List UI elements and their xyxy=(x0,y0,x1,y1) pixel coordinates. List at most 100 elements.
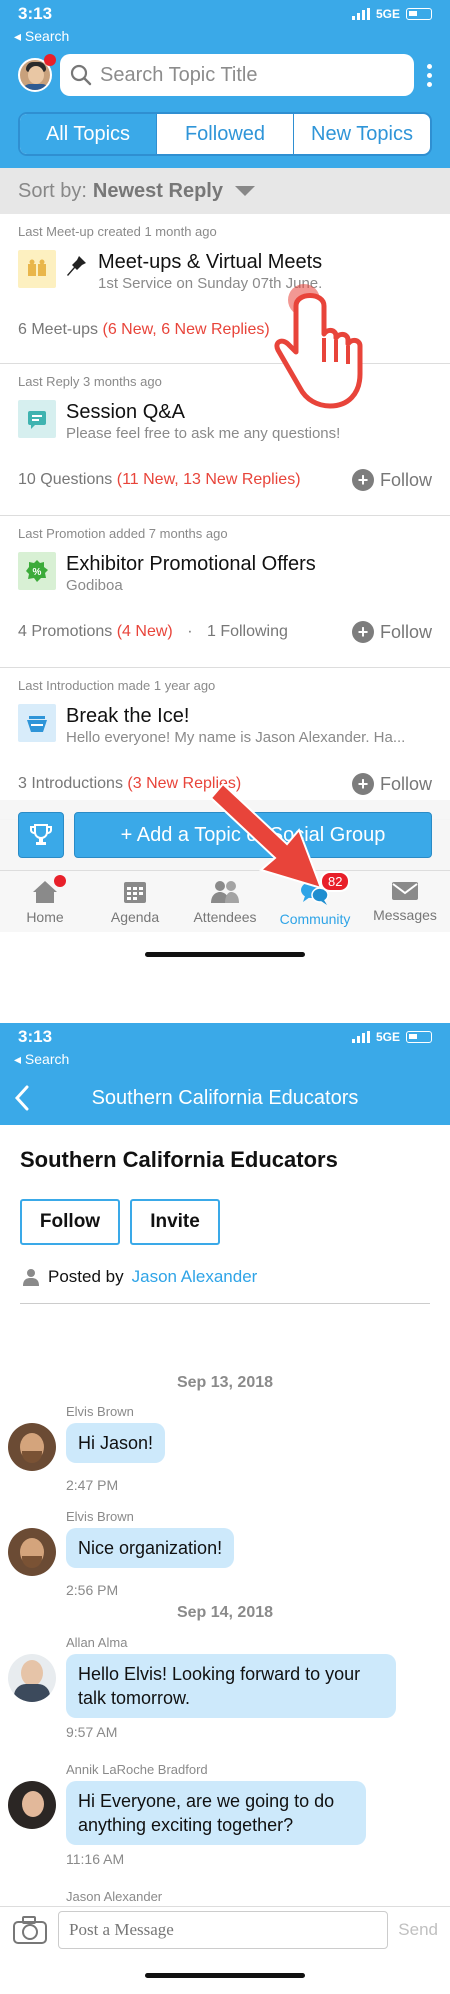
search-placeholder: Search Topic Title xyxy=(100,63,258,86)
invite-button[interactable]: Invite xyxy=(130,1199,220,1245)
follow-group-button[interactable]: Follow xyxy=(20,1199,120,1245)
nav-bar: Southern California Educators xyxy=(0,1071,450,1125)
topic-subtitle: Hello everyone! My name is Jason Alexand… xyxy=(66,729,406,746)
message-bubble: Nice organization! xyxy=(66,1528,235,1568)
tab-label: Attendees xyxy=(193,909,257,925)
tap-hand-icon xyxy=(274,284,363,409)
pointer-arrow-icon xyxy=(209,782,323,890)
follow-button[interactable]: + Follow xyxy=(351,773,432,795)
user-icon xyxy=(23,1269,39,1286)
tab-home[interactable]: Home xyxy=(0,871,90,932)
topic-meta: Last Promotion added 7 months ago xyxy=(18,526,228,541)
search-input[interactable]: Search Topic Title xyxy=(60,54,414,96)
posted-by: Posted by Jason Alexander xyxy=(0,1253,450,1293)
topic-meta: Last Meet-up created 1 month ago xyxy=(18,224,217,239)
envelope-icon xyxy=(392,882,418,900)
tab-agenda[interactable]: Agenda xyxy=(90,871,180,932)
chat-message: Annik LaRoche Bradford Hi Everyone, are … xyxy=(8,1762,366,1867)
chat-thread: Sep 13, 2018 Elvis Brown Hi Jason! 2:47 … xyxy=(0,1304,450,1908)
tab-all-topics[interactable]: All Topics xyxy=(20,114,157,154)
chevron-left-icon[interactable] xyxy=(14,1085,30,1111)
topic-item[interactable]: Last Reply 3 months ago Session Q&A Plea… xyxy=(0,364,450,516)
more-options-icon[interactable] xyxy=(422,63,436,87)
home-indicator xyxy=(145,952,305,957)
message-author: Jason Alexander xyxy=(66,1889,163,1904)
topic-subtitle: Godiboa xyxy=(66,577,123,594)
status-bar: 3:13 5GE xyxy=(0,0,450,28)
topic-title: Break the Ice! xyxy=(66,705,190,727)
sort-dropdown[interactable]: Sort by: Newest Reply xyxy=(0,168,450,214)
search-icon xyxy=(70,64,92,86)
topic-new-count: (6 New, 6 New Replies) xyxy=(102,321,270,338)
avatar[interactable] xyxy=(8,1528,56,1576)
group-screen: 3:13 5GE ◂ Search Southern California Ed… xyxy=(0,1023,450,1994)
posted-by-label: Posted by xyxy=(48,1267,124,1286)
notification-dot xyxy=(44,54,56,66)
status-time: 3:13 xyxy=(18,4,53,23)
message-author: Annik LaRoche Bradford xyxy=(66,1762,208,1777)
sort-label: Sort by: xyxy=(18,179,87,202)
message-author: Elvis Brown xyxy=(66,1509,134,1524)
follow-label: Follow xyxy=(379,621,432,642)
author-link[interactable]: Jason Alexander xyxy=(132,1267,258,1287)
message-bubble: Hi Everyone, are we going to do anything… xyxy=(66,1781,366,1845)
nav-title: Southern California Educators xyxy=(91,1086,359,1109)
message-composer: Post a Message Send xyxy=(0,1906,450,1952)
plus-icon: + xyxy=(351,621,374,643)
tab-label: Messages xyxy=(373,907,437,923)
avatar[interactable] xyxy=(8,1423,56,1471)
tab-new-topics[interactable]: New Topics xyxy=(294,114,430,154)
topic-title: Exhibitor Promotional Offers xyxy=(66,553,316,575)
message-time: 2:47 PM xyxy=(66,1477,119,1493)
leaderboard-button[interactable] xyxy=(18,812,64,858)
signal-icon xyxy=(351,8,370,20)
plus-icon: + xyxy=(351,469,374,491)
follow-button[interactable]: + Follow xyxy=(351,469,432,491)
date-separator: Sep 13, 2018 xyxy=(176,1374,274,1391)
battery-icon xyxy=(406,1031,432,1043)
follow-button[interactable]: + Follow xyxy=(351,621,432,643)
pin-icon xyxy=(67,256,86,276)
follow-label: Follow xyxy=(379,469,432,490)
camera-icon[interactable] xyxy=(12,1915,48,1945)
tab-label: Community xyxy=(279,911,351,927)
battery-icon xyxy=(406,8,432,20)
message-author: Allan Alma xyxy=(66,1635,128,1650)
promo-icon: % xyxy=(18,552,56,590)
avatar[interactable] xyxy=(8,1781,56,1829)
chat-message: Elvis Brown Hi Jason! 2:47 PM xyxy=(8,1404,166,1493)
chevron-down-icon xyxy=(234,186,255,196)
header: 3:13 5GE ◂ Search Southern California Ed… xyxy=(0,1023,450,1125)
topic-following-count: 1 Following xyxy=(206,623,288,640)
send-button[interactable]: Send xyxy=(398,1920,438,1940)
back-to-search-link[interactable]: ◂ Search xyxy=(0,1051,450,1071)
signal-icon xyxy=(351,1031,370,1043)
header: 3:13 5GE ◂ Search Search Topic Title All… xyxy=(0,0,450,168)
topic-item[interactable]: Last Promotion added 7 months ago % Exhi… xyxy=(0,516,450,668)
avatar[interactable] xyxy=(8,1654,56,1702)
svg-text:%: % xyxy=(33,567,42,578)
back-to-search-link[interactable]: ◂ Search xyxy=(0,28,450,48)
status-bar: 3:13 5GE xyxy=(0,1023,450,1051)
network-label: 5GE xyxy=(375,7,400,21)
message-author: Elvis Brown xyxy=(66,1404,134,1419)
network-label: 5GE xyxy=(375,1030,400,1044)
message-input[interactable]: Post a Message xyxy=(58,1910,389,1949)
status-time: 3:13 xyxy=(18,1027,53,1046)
tab-followed[interactable]: Followed xyxy=(157,114,294,154)
home-indicator xyxy=(145,1973,305,1978)
topic-count: 10 Questions xyxy=(18,471,113,488)
tab-messages[interactable]: Messages xyxy=(360,871,450,932)
trophy-icon xyxy=(30,824,52,845)
calendar-icon xyxy=(124,882,146,903)
plus-icon: + xyxy=(351,773,374,795)
profile-avatar-wrap[interactable] xyxy=(18,54,56,92)
topic-meta: Last Reply 3 months ago xyxy=(18,374,162,389)
topic-item[interactable]: Last Meet-up created 1 month ago Meet-up… xyxy=(0,214,450,364)
topic-title: Meet-ups & Virtual Meets xyxy=(98,251,323,273)
message-bubble: Hi Jason! xyxy=(66,1423,166,1463)
topic-count: 4 Promotions xyxy=(18,623,113,640)
qa-icon xyxy=(18,400,56,438)
status-icons: 5GE xyxy=(351,1030,432,1044)
chat-message: Allan Alma Hello Elvis! Looking forward … xyxy=(8,1635,396,1740)
